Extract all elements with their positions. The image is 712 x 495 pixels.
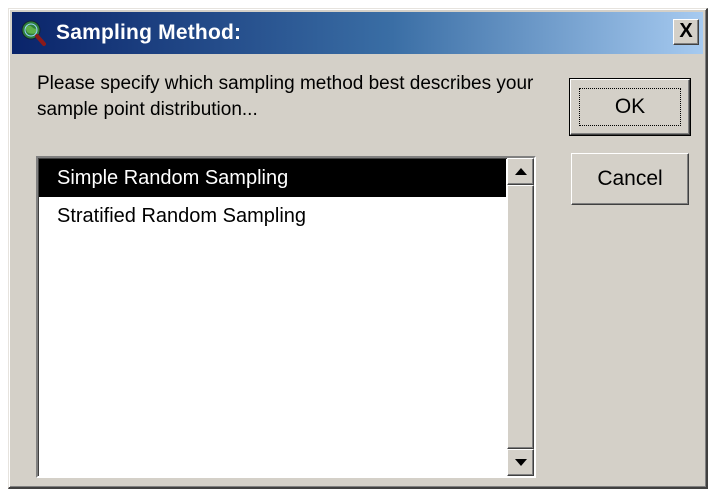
focus-rectangle bbox=[579, 88, 681, 126]
list-items: Simple Random Sampling Stratified Random… bbox=[39, 159, 506, 235]
scroll-down-button[interactable] bbox=[507, 449, 534, 476]
globe-magnifier-icon bbox=[19, 19, 47, 47]
instruction-text: Please specify which sampling method bes… bbox=[37, 73, 534, 120]
list-item-stratified-random-sampling[interactable]: Stratified Random Sampling bbox=[39, 197, 506, 235]
title-bar[interactable]: Sampling Method: X bbox=[12, 12, 703, 54]
scroll-thumb[interactable] bbox=[507, 185, 534, 449]
arrow-down-icon bbox=[515, 459, 527, 466]
sampling-method-list[interactable]: Simple Random Sampling Stratified Random… bbox=[36, 156, 536, 478]
dialog-title: Sampling Method: bbox=[56, 21, 242, 44]
list-item-simple-random-sampling[interactable]: Simple Random Sampling bbox=[39, 159, 506, 197]
cancel-button-label: Cancel bbox=[597, 167, 663, 190]
close-button[interactable]: X bbox=[673, 19, 699, 45]
scroll-up-button[interactable] bbox=[507, 158, 534, 185]
sampling-method-dialog: Sampling Method: X Please specify which … bbox=[8, 8, 708, 489]
ok-button[interactable]: OK bbox=[569, 78, 691, 136]
vertical-scrollbar[interactable] bbox=[507, 158, 534, 476]
cancel-button[interactable]: Cancel bbox=[571, 153, 689, 205]
arrow-up-icon bbox=[515, 168, 527, 175]
